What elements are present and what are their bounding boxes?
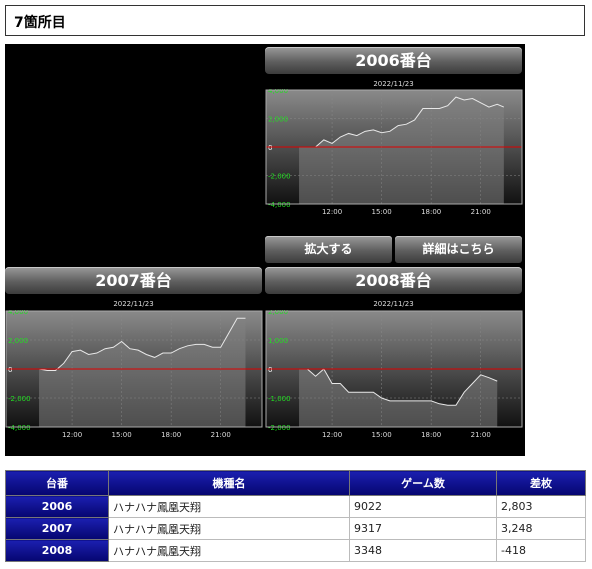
x-tick-label: 15:00 (372, 431, 392, 439)
zoom-button[interactable]: 拡大する (265, 236, 392, 263)
cell-diff: 3,248 (496, 517, 586, 540)
y-tick-label: -4,000 (268, 201, 291, 209)
x-tick-label: 12:00 (322, 431, 342, 439)
chart-2007: 4,0002,0000-2,000-4,00012:00 15:00 18:00 21… (5, 310, 263, 439)
x-tick-label: 15:00 (372, 208, 392, 216)
chart-2008: 2,0001,0000-1,000-2,00012:00 15:00 18:00 21… (265, 310, 523, 439)
table-row: 2008 ハナハナ鳳凰天翔 3348 -418 (5, 539, 586, 562)
cell-games: 3348 (349, 539, 497, 562)
x-tick-label: 15:00 (112, 431, 132, 439)
y-tick-label: -2,000 (268, 173, 291, 181)
cell-diff: 2,803 (496, 495, 586, 518)
cell-id: 2008 (5, 539, 109, 562)
y-tick-label: 0 (8, 366, 12, 374)
chart-2006: 4,0002,0000-2,000-4,00012:00 15:00 18:00 21… (265, 89, 523, 216)
section-heading-text: 7箇所目 (14, 15, 66, 31)
header-id: 台番 (5, 470, 109, 496)
cell-games: 9317 (349, 517, 497, 540)
cell-model: ハナハナ鳳凰天翔 (108, 517, 350, 540)
y-tick-label: -1,000 (268, 395, 291, 403)
section-heading: 7箇所目 (5, 5, 585, 36)
cell-id: 2007 (5, 517, 109, 540)
y-tick-label: -4,000 (8, 424, 31, 432)
panel-title-2007: 2007番台 (5, 267, 262, 294)
y-tick-label: 2,000 (8, 337, 28, 345)
cell-model: ハナハナ鳳凰天翔 (108, 495, 350, 518)
cell-games: 9022 (349, 495, 497, 518)
y-tick-label: -2,000 (8, 395, 31, 403)
cell-id: 2006 (5, 495, 109, 518)
header-games: ゲーム数 (349, 470, 497, 496)
header-model: 機種名 (108, 470, 350, 496)
cell-model: ハナハナ鳳凰天翔 (108, 539, 350, 562)
x-tick-label: 12:00 (62, 431, 82, 439)
table-row: 2007 ハナハナ鳳凰天翔 9317 3,248 (5, 517, 586, 540)
machine-table: 台番 機種名 ゲーム数 差枚 2006 ハナハナ鳳凰天翔 9022 2,803 … (5, 470, 586, 562)
x-tick-label: 18:00 (421, 208, 441, 216)
header-diff: 差枚 (496, 470, 586, 496)
y-tick-label: 0 (268, 144, 272, 152)
y-tick-label: -2,000 (268, 424, 291, 432)
panel-date-2007: 2022/11/23 (113, 300, 154, 308)
cell-diff: -418 (496, 539, 586, 562)
y-tick-label: 2,000 (268, 116, 288, 124)
panel-date-2006: 2022/11/23 (373, 80, 414, 88)
table-header-row: 台番 機種名 ゲーム数 差枚 (5, 470, 586, 496)
table-row: 2006 ハナハナ鳳凰天翔 9022 2,803 (5, 495, 586, 518)
panel-title-2008: 2008番台 (265, 267, 522, 294)
details-button[interactable]: 詳細はこちら (395, 236, 522, 263)
panel-title-2006: 2006番台 (265, 47, 522, 74)
x-tick-label: 21:00 (471, 208, 491, 216)
x-tick-label: 21:00 (471, 431, 491, 439)
x-tick-label: 18:00 (421, 431, 441, 439)
x-tick-label: 18:00 (161, 431, 181, 439)
panel-date-2008: 2022/11/23 (373, 300, 414, 308)
y-tick-label: 1,000 (268, 337, 288, 345)
y-tick-label: 0 (268, 366, 272, 374)
x-tick-label: 12:00 (322, 208, 342, 216)
x-tick-label: 21:00 (211, 431, 231, 439)
